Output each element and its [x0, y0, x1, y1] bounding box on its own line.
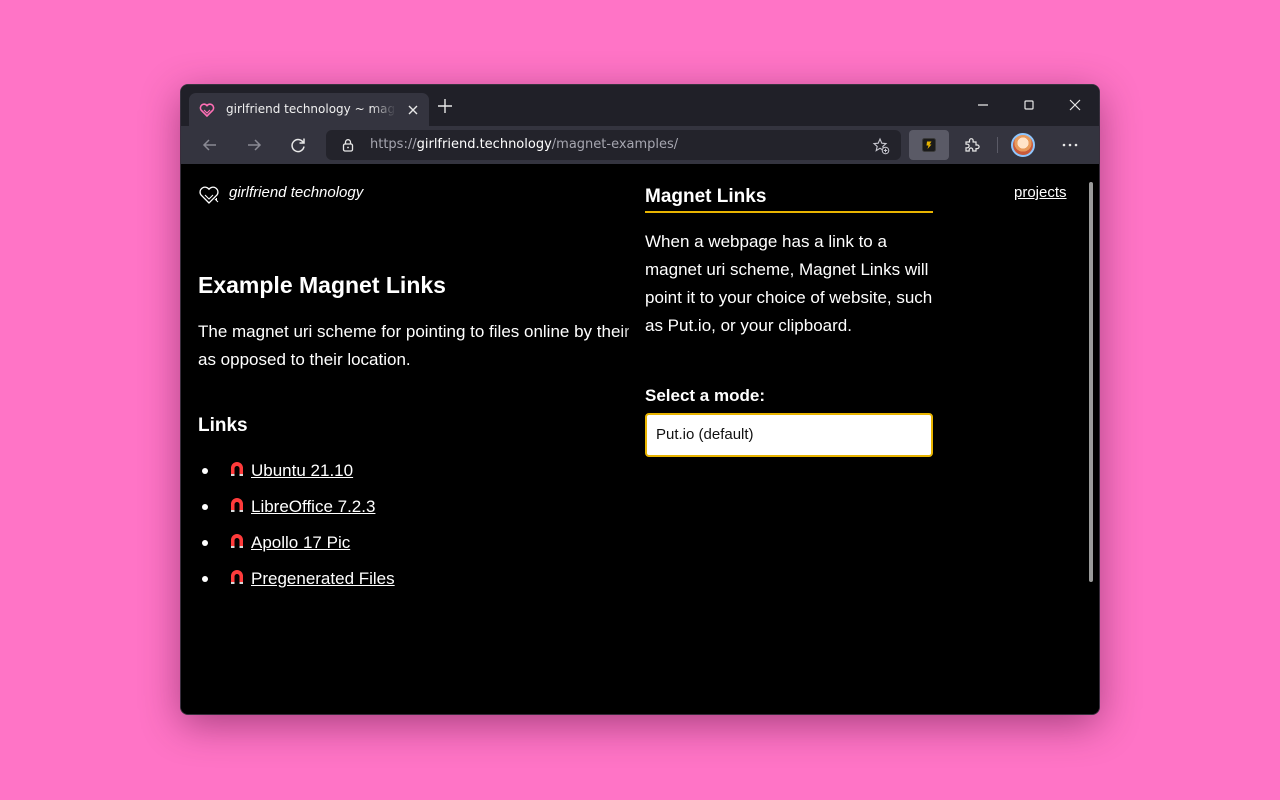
- url-text: https://girlfriend.technology/magnet-exa…: [370, 137, 678, 152]
- back-arrow-icon[interactable]: [200, 135, 220, 155]
- heart-icon: [199, 103, 215, 118]
- popup-title: Magnet Links: [645, 186, 933, 213]
- site-name-link[interactable]: girlfriend technology: [229, 184, 363, 201]
- magnet-link-ubuntu[interactable]: Ubuntu 21.10: [228, 460, 353, 481]
- extensions-puzzle-icon[interactable]: [963, 136, 981, 154]
- address-bar[interactable]: https://girlfriend.technology/magnet-exa…: [326, 130, 901, 160]
- profile-avatar[interactable]: [1011, 133, 1035, 157]
- extension-popup: Magnet Links When a webpage has a link t…: [629, 164, 949, 714]
- magnet-icon: [231, 462, 243, 476]
- mode-select-label: Select a mode:: [645, 386, 765, 405]
- nav-projects-link[interactable]: projects: [1014, 184, 1067, 201]
- browser-toolbar: https://girlfriend.technology/magnet-exa…: [181, 126, 1099, 164]
- magnet-link-label: Apollo 17 Pic: [251, 533, 351, 552]
- popup-description: When a webpage has a link to a magnet ur…: [645, 232, 933, 335]
- page-title: Example Magnet Links: [198, 272, 446, 298]
- magnet-icon: [231, 498, 243, 512]
- web-page: girlfriend technology projects Example M…: [181, 164, 1099, 714]
- url-scheme: https://: [370, 137, 417, 152]
- magnet-icon: [231, 534, 243, 548]
- magnet-link-libreoffice[interactable]: LibreOffice 7.2.3: [228, 496, 375, 517]
- url-path: /magnet-examples/: [551, 137, 679, 152]
- add-favorite-icon[interactable]: [872, 137, 890, 155]
- close-window-icon[interactable]: [1068, 98, 1082, 112]
- magnet-link-pregenerated[interactable]: Pregenerated Files: [228, 568, 395, 589]
- tab-active[interactable]: girlfriend technology ~ magnet examples: [189, 93, 429, 126]
- magnet-links-extension-icon: [922, 138, 936, 152]
- url-host: girlfriend.technology: [416, 137, 552, 152]
- list-bullet: [202, 504, 208, 510]
- forward-arrow-icon[interactable]: [244, 135, 264, 155]
- lock-icon[interactable]: [341, 138, 355, 152]
- magnet-icon: [231, 570, 243, 584]
- links-heading: Links: [198, 415, 248, 436]
- toolbar-separator: [997, 137, 998, 153]
- magnet-links-extension-button[interactable]: [909, 130, 949, 160]
- magnet-link-apollo[interactable]: Apollo 17 Pic: [228, 532, 350, 553]
- close-tab-icon[interactable]: [405, 102, 421, 118]
- refresh-icon[interactable]: [288, 135, 308, 155]
- new-tab-icon[interactable]: [437, 98, 453, 114]
- maximize-icon[interactable]: [1022, 98, 1036, 112]
- more-options-icon[interactable]: [1061, 137, 1079, 153]
- tab-title: girlfriend technology ~ magnet examples: [226, 102, 396, 116]
- tab-strip: girlfriend technology ~ magnet examples: [181, 85, 1099, 126]
- magnet-link-label: LibreOffice 7.2.3: [251, 497, 376, 516]
- minimize-icon[interactable]: [976, 98, 990, 112]
- list-bullet: [202, 576, 208, 582]
- magnet-link-label: Ubuntu 21.10: [251, 461, 354, 480]
- page-scrollbar[interactable]: [1089, 182, 1093, 582]
- browser-window: girlfriend technology ~ magnet examples: [181, 85, 1099, 714]
- list-bullet: [202, 540, 208, 546]
- mode-select[interactable]: Put.io (default): [645, 413, 933, 457]
- page-intro: The magnet uri scheme for pointing to fi…: [198, 322, 672, 369]
- heart-logo-icon[interactable]: [198, 184, 220, 206]
- magnet-link-label: Pregenerated Files: [251, 569, 395, 588]
- list-bullet: [202, 468, 208, 474]
